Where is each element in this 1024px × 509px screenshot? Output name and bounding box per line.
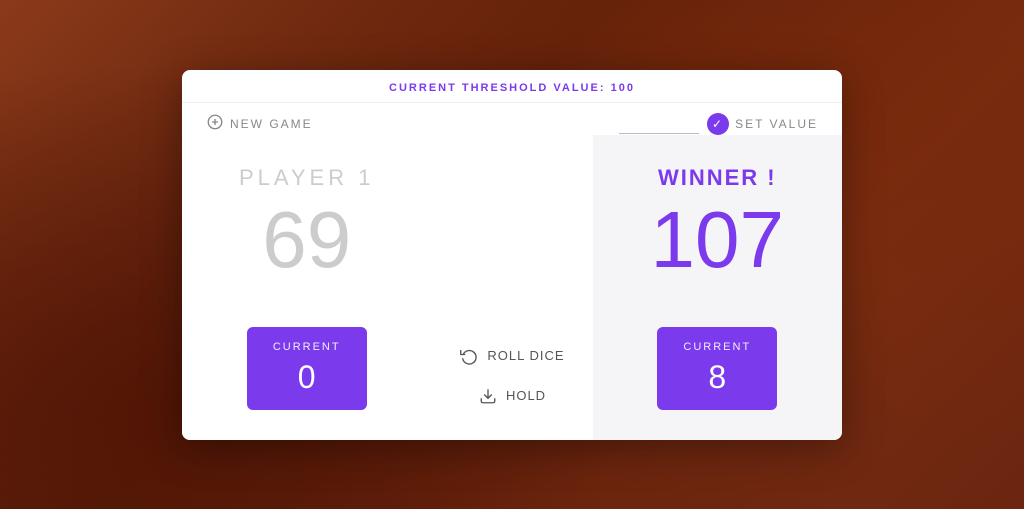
player2-current-value: 8	[667, 359, 767, 396]
threshold-input[interactable]	[619, 114, 699, 134]
game-modal: CURRENT THRESHOLD VALUE: 100 NEW GAME ✓ …	[182, 70, 842, 440]
player1-score: 69	[262, 196, 351, 284]
roll-dice-label: ROLL DICE	[487, 348, 564, 363]
player2-current-box: CURRENT 8	[657, 327, 777, 410]
player1-current-label: CURRENT	[257, 341, 357, 353]
refresh-icon	[459, 346, 479, 366]
center-controls: ROLL DICE HOLD	[431, 135, 592, 440]
new-game-label: NEW GAME	[230, 117, 313, 131]
player1-panel: PLAYER 1 69 CURRENT 0	[182, 135, 431, 440]
set-value-label: SET VALUE	[735, 117, 818, 131]
threshold-bar: CURRENT THRESHOLD VALUE: 100	[182, 70, 842, 103]
player2-panel: WINNER ! 107 CURRENT 8	[593, 135, 842, 440]
player1-current-value: 0	[257, 359, 357, 396]
player2-current-label: CURRENT	[667, 341, 767, 353]
threshold-label: CURRENT THRESHOLD VALUE:	[389, 82, 605, 94]
set-value-button[interactable]: ✓ SET VALUE	[707, 113, 818, 135]
game-area: PLAYER 1 69 CURRENT 0 ROLL DICE HOLD	[182, 135, 842, 440]
hold-icon	[478, 386, 498, 406]
threshold-value: 100	[611, 82, 635, 94]
roll-dice-button[interactable]: ROLL DICE	[451, 342, 572, 370]
set-value-area: ✓ SET VALUE	[619, 113, 818, 135]
player1-name: PLAYER 1	[239, 165, 375, 191]
player1-current-box: CURRENT 0	[247, 327, 367, 410]
plus-circle-icon	[206, 113, 224, 134]
player2-name: WINNER !	[658, 165, 777, 191]
player2-score: 107	[651, 196, 784, 284]
hold-button[interactable]: HOLD	[470, 382, 554, 410]
check-icon: ✓	[707, 113, 729, 135]
new-game-button[interactable]: NEW GAME	[206, 113, 313, 134]
hold-label: HOLD	[506, 388, 546, 403]
